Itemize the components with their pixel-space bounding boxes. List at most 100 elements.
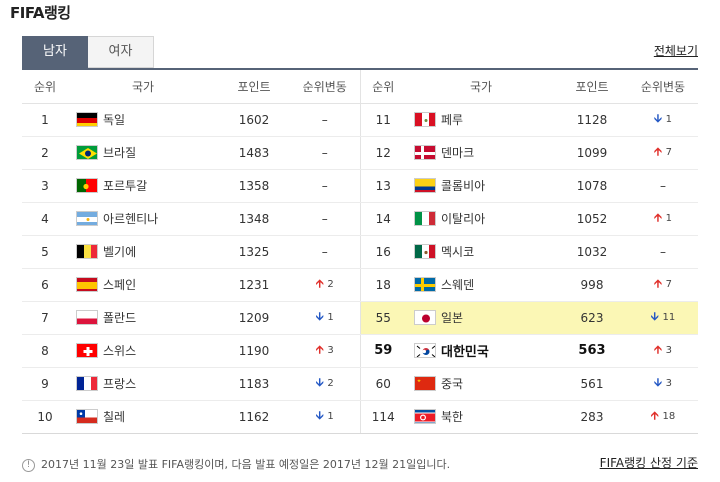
no-change: – [321, 211, 328, 226]
country-cell[interactable]: 프랑스 [68, 367, 218, 401]
rank-cell: 1 [22, 103, 68, 137]
rank-cell: 5 [22, 235, 68, 269]
country-cell[interactable]: 콜롬비아 [406, 169, 556, 203]
sweden-flag-icon [414, 277, 436, 292]
arrow-up-icon: 🡩 [653, 343, 662, 356]
country-cell[interactable]: 대한민국 [406, 334, 556, 368]
header-country: 국가 [68, 70, 218, 104]
change-cell: 🡩 18 [628, 400, 698, 433]
ranking-table: 순위 국가 포인트 순위변동 순위 국가 포인트 순위변동 1 독일 1602–11… [22, 68, 698, 434]
denmark-flag-icon [414, 145, 436, 160]
country-cell[interactable]: 멕시코 [406, 235, 556, 269]
country-name: 프랑스 [103, 377, 137, 391]
change-cell: 🡩 2 [290, 268, 360, 302]
points-cell: 623 [556, 301, 628, 335]
germany-flag-icon [76, 112, 98, 127]
header-points: 포인트 [218, 70, 290, 104]
country-cell[interactable]: 칠레 [68, 400, 218, 433]
table-row: 7 폴란드 1209 🡫 1 55 일본 623 🡫 11 [22, 301, 698, 335]
country-name: 북한 [441, 410, 464, 425]
tab-women[interactable]: 여자 [88, 36, 154, 68]
rank-cell: 18 [359, 268, 406, 302]
country-name: 덴마크 [441, 146, 475, 160]
points-cell: 561 [556, 367, 628, 401]
points-cell: 563 [556, 334, 628, 368]
country-cell[interactable]: 스위스 [68, 334, 218, 368]
country-name: 아르헨티나 [103, 212, 159, 226]
change-cell: 🡩 3 [290, 334, 360, 368]
country-cell[interactable]: 스웨덴 [406, 268, 556, 302]
rank-cell: 60 [359, 367, 406, 401]
tab-men[interactable]: 남자 [22, 36, 88, 68]
peru-flag-icon [414, 112, 436, 127]
change-cell: – [290, 235, 360, 269]
rank-cell: 55 [359, 301, 406, 335]
change-cell: – [628, 169, 698, 203]
page-title: FIFA랭킹 [10, 4, 71, 22]
rank-cell: 4 [22, 202, 68, 236]
spain-flag-icon [76, 277, 98, 292]
france-flag-icon [76, 376, 98, 391]
country-name: 폴란드 [103, 311, 137, 325]
arrow-up-icon: 🡩 [653, 145, 662, 158]
country-cell[interactable]: 중국 [406, 367, 556, 401]
rank-cell: 114 [359, 400, 406, 433]
footer-note-text: 2017년 11월 23일 발표 FIFA랭킹이며, 다음 발표 예정일은 20… [41, 458, 451, 471]
rank-cell: 14 [359, 202, 406, 236]
portugal-flag-icon [76, 178, 98, 193]
change-cell: 🡫 1 [628, 103, 698, 137]
table-row: 8 스위스 1190 🡩 3 59 대한민국 563 🡩 3 [22, 334, 698, 368]
header-points: 포인트 [556, 70, 628, 104]
country-cell[interactable]: 아르헨티나 [68, 202, 218, 236]
country-cell[interactable]: 독일 [68, 103, 218, 137]
country-cell[interactable]: 브라질 [68, 136, 218, 170]
header-country: 국가 [406, 70, 556, 104]
table-row: 10 칠레 1162 🡫 1 114 북한 283 🡩 18 [22, 400, 698, 433]
arrow-down-icon: 🡫 [315, 376, 324, 389]
rank-change-value: 2 [327, 378, 334, 389]
rank-cell: 59 [359, 334, 406, 368]
country-cell[interactable]: 폴란드 [68, 301, 218, 335]
country-cell[interactable]: 일본 [406, 301, 556, 335]
country-cell[interactable]: 포르투갈 [68, 169, 218, 203]
ranking-criteria-link[interactable]: FIFA랭킹 산정 기준 [600, 454, 698, 471]
change-cell: 🡫 11 [628, 301, 698, 335]
country-name: 브라질 [103, 146, 137, 160]
rank-change-value: 18 [662, 411, 676, 423]
rank-cell: 10 [37, 409, 53, 424]
belgium-flag-icon [76, 244, 98, 259]
country-cell[interactable]: 페루 [406, 103, 556, 137]
country-name: 스웨덴 [441, 278, 475, 292]
country-cell[interactable]: 덴마크 [406, 136, 556, 170]
gender-tabs: 남자 여자 [22, 36, 154, 68]
change-cell: 🡩 3 [628, 334, 698, 368]
country-cell[interactable]: 스페인 [68, 268, 218, 302]
rank-cell: 7 [22, 301, 68, 335]
country-name: 중국 [441, 377, 464, 391]
points-cell: 1602 [218, 103, 290, 137]
points-cell: 1099 [556, 136, 628, 170]
table-row: 1 독일 1602–11 페루 1128 🡫 1 [22, 103, 698, 137]
view-all-link[interactable]: 전체보기 [654, 42, 698, 59]
change-cell: 🡩 7 [628, 136, 698, 170]
rank-change-value: 1 [327, 411, 334, 423]
rank-cell: 16 [359, 235, 406, 269]
mexico-flag-icon [414, 244, 436, 259]
change-cell: – [290, 103, 360, 137]
points-cell: 1358 [218, 169, 290, 203]
points-cell: 1325 [218, 235, 290, 269]
country-cell[interactable]: 벨기에 [68, 235, 218, 269]
rank-change-value: 7 [665, 147, 673, 158]
change-cell: – [290, 169, 360, 203]
poland-flag-icon [76, 310, 98, 325]
country-cell[interactable]: 이탈리아 [406, 202, 556, 236]
change-cell: 🡩 1 [628, 202, 698, 236]
points-cell: 998 [556, 268, 628, 302]
change-cell: – [290, 136, 360, 170]
arrow-up-icon: 🡩 [650, 409, 659, 423]
rank-cell: 3 [22, 169, 68, 203]
country-name: 독일 [103, 113, 126, 127]
change-cell: – [628, 235, 698, 269]
country-cell[interactable]: 북한 [406, 400, 556, 433]
points-cell: 1483 [218, 136, 290, 170]
